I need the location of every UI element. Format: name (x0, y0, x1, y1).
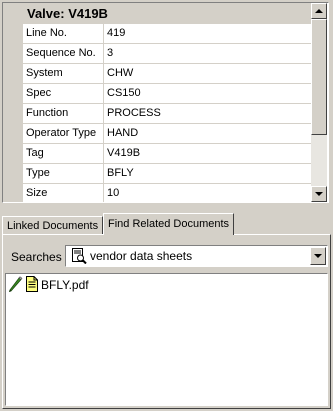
property-value[interactable]: CS150 (104, 84, 311, 103)
property-row[interactable]: Size 10 (23, 184, 311, 202)
property-row[interactable]: Spec CS150 (23, 84, 311, 104)
pdf-document-icon (23, 275, 39, 295)
property-name: Operator Type (23, 124, 104, 143)
pane-splitter[interactable] (0, 203, 333, 212)
arrow-up-icon (315, 9, 323, 13)
property-name: Tag (23, 144, 104, 163)
dropdown-button[interactable] (310, 247, 326, 265)
searches-dropdown[interactable]: vendor data sheets (65, 245, 328, 267)
property-name: System (23, 64, 104, 83)
category-title: Valve: V419B (27, 6, 108, 21)
property-rows: Line No. 419 Sequence No. 3 System CHW Spec CS1… (23, 24, 311, 202)
property-name: Size (23, 184, 104, 202)
arrow-down-icon (315, 192, 323, 196)
scroll-up-button[interactable] (311, 3, 327, 19)
property-value[interactable]: BFLY (104, 164, 311, 183)
searches-label: Searches (11, 250, 62, 264)
tab-strip: Linked Documents Find Related Documents (2, 212, 331, 235)
property-name: Function (23, 104, 104, 123)
searches-selected-value: vendor data sheets (90, 249, 193, 263)
property-row[interactable]: Function PROCESS (23, 104, 311, 124)
property-row[interactable]: Tag V419B (23, 144, 311, 164)
search-document-icon (71, 248, 87, 267)
scroll-down-button[interactable] (311, 186, 327, 202)
pencil-icon (8, 275, 23, 295)
result-file-name: BFLY.pdf (41, 278, 89, 292)
scroll-thumb[interactable] (311, 19, 327, 135)
property-name: Sequence No. (23, 44, 104, 63)
property-row[interactable]: System CHW (23, 64, 311, 84)
property-value[interactable]: CHW (104, 64, 311, 83)
property-value[interactable]: HAND (104, 124, 311, 143)
tab-label: Find Related Documents (108, 218, 230, 230)
grid-body: Valve: V419B Line No. 419 Sequence No. 3 Sys… (23, 3, 311, 202)
property-name: Type (23, 164, 104, 183)
property-value[interactable]: 419 (104, 24, 311, 43)
tab-find-related-documents[interactable]: Find Related Documents (103, 213, 234, 235)
tab-label: Linked Documents (7, 220, 99, 232)
find-related-documents-panel: Searches vendor data sheets BFLY.pdf (2, 234, 331, 409)
property-value[interactable]: PROCESS (104, 104, 311, 123)
results-list[interactable]: BFLY.pdf (5, 273, 328, 406)
property-value[interactable]: V419B (104, 144, 311, 163)
property-name: Line No. (23, 24, 104, 43)
property-row[interactable]: Line No. 419 (23, 24, 311, 44)
property-row[interactable]: Type BFLY (23, 164, 311, 184)
grid-vertical-scrollbar[interactable] (311, 3, 327, 202)
property-name: Spec (23, 84, 104, 103)
tab-linked-documents[interactable]: Linked Documents (2, 216, 103, 234)
property-row[interactable]: Sequence No. 3 (23, 44, 311, 64)
property-grid[interactable]: Valve: V419B Line No. 419 Sequence No. 3 Sys… (2, 2, 329, 203)
grid-gutter (3, 3, 23, 202)
category-row-valve[interactable]: Valve: V419B (23, 3, 311, 24)
list-item[interactable]: BFLY.pdf (8, 275, 89, 295)
property-row[interactable]: Operator Type HAND (23, 124, 311, 144)
property-value[interactable]: 3 (104, 44, 311, 63)
chevron-down-icon (314, 254, 322, 258)
property-value[interactable]: 10 (104, 184, 311, 202)
